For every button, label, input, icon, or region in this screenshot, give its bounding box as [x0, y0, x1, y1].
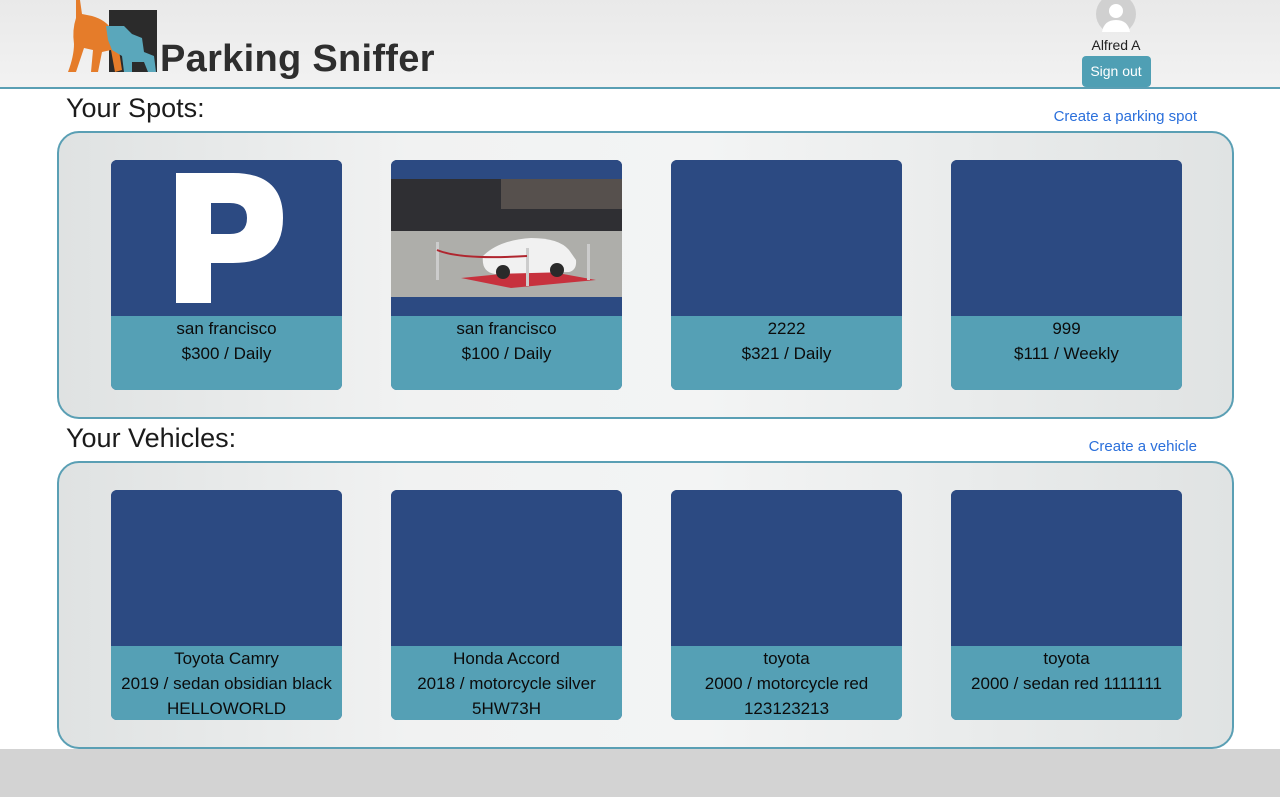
vehicle-card[interactable]: toyota 2000 / sedan red 1111111 [951, 490, 1182, 720]
spot-card[interactable]: 2222 $321 / Daily [671, 160, 902, 390]
vehicle-name: toyota [1043, 649, 1090, 668]
vehicle-name: toyota [763, 649, 810, 668]
spot-location: 999 [1052, 319, 1081, 338]
spot-card[interactable]: san francisco $100 / Daily [391, 160, 622, 390]
vehicle-details: 2000 / sedan red 1111111 [971, 674, 1162, 693]
vehicle-card[interactable]: toyota 2000 / motorcycle red 123123213 [671, 490, 902, 720]
spot-image-placeholder [671, 160, 902, 316]
spots-panel: san francisco $300 / Daily san francisco… [57, 131, 1234, 419]
vehicle-details: 2000 / motorcycle red [704, 674, 869, 693]
spot-info: 999 $111 / Weekly [951, 316, 1182, 390]
spot-price: $321 / Daily [741, 344, 832, 363]
spot-location: san francisco [176, 319, 277, 338]
vehicle-info: Honda Accord 2018 / motorcycle silver 5H… [391, 646, 622, 720]
vehicle-image-placeholder [111, 490, 342, 646]
vehicle-plate: HELLOWORLD [166, 699, 287, 718]
vehicle-card[interactable]: Honda Accord 2018 / motorcycle silver 5H… [391, 490, 622, 720]
vehicle-card[interactable]: Toyota Camry 2019 / sedan obsidian black… [111, 490, 342, 720]
vehicle-plate: 5HW73H [472, 699, 541, 718]
spot-info: san francisco $100 / Daily [391, 316, 622, 390]
create-parking-spot-link[interactable]: Create a parking spot [1054, 108, 1197, 125]
vehicle-image-placeholder [391, 490, 622, 646]
create-vehicle-link[interactable]: Create a vehicle [1089, 438, 1197, 455]
vehicle-info: Toyota Camry 2019 / sedan obsidian black… [111, 646, 342, 720]
spot-info: san francisco $300 / Daily [111, 316, 342, 390]
parking-sign-image [111, 160, 342, 316]
spot-card[interactable]: san francisco $300 / Daily [111, 160, 342, 390]
vehicle-image-placeholder [671, 490, 902, 646]
spot-price: $100 / Daily [461, 344, 552, 363]
vehicles-title: Your Vehicles: [66, 423, 237, 453]
logo-icon[interactable] [62, 0, 162, 76]
spot-info: 2222 $321 / Daily [671, 316, 902, 390]
footer [0, 749, 1280, 797]
spot-card[interactable]: 999 $111 / Weekly [951, 160, 1182, 390]
sign-out-button[interactable]: Sign out [1081, 56, 1151, 87]
spot-price: $300 / Daily [181, 344, 272, 363]
vehicle-name: Toyota Camry [174, 649, 279, 668]
vehicle-plate: 123123213 [743, 699, 830, 718]
vehicle-details: 2019 / sedan obsidian black [121, 674, 332, 693]
spot-price: $111 / Weekly [1014, 344, 1119, 363]
spot-image-placeholder [951, 160, 1182, 316]
vehicle-info: toyota 2000 / sedan red 1111111 [951, 646, 1182, 720]
vehicles-panel: Toyota Camry 2019 / sedan obsidian black… [57, 461, 1234, 749]
vehicle-details: 2018 / motorcycle silver [417, 674, 596, 693]
spot-location: 2222 [767, 319, 806, 338]
white-car-photo [391, 160, 622, 316]
user-menu: Alfred A Sign out [1080, 0, 1152, 87]
brand-title: Parking Sniffer [160, 38, 435, 80]
vehicle-image-placeholder [951, 490, 1182, 646]
spots-title: Your Spots: [66, 93, 205, 123]
spot-location: san francisco [456, 319, 557, 338]
vehicle-info: toyota 2000 / motorcycle red 123123213 [671, 646, 902, 720]
avatar-icon[interactable] [1096, 0, 1136, 32]
vehicle-name: Honda Accord [453, 649, 560, 668]
top-header: Parking Sniffer Alfred A Sign out [0, 0, 1280, 89]
user-name: Alfred A [1091, 37, 1141, 53]
